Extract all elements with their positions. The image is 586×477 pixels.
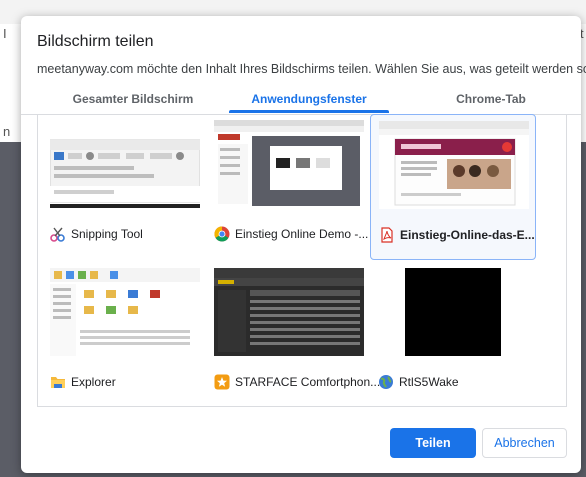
globe-icon <box>379 375 393 389</box>
window-label: Explorer <box>50 374 116 390</box>
window-label: Einstieg Online Demo -... <box>214 226 368 242</box>
dialog-subtitle: meetanyway.com möchte den Inhalt Ihres B… <box>37 62 586 76</box>
background-text-fragment: n <box>3 124 11 139</box>
window-label: RtlS5Wake <box>378 374 459 390</box>
window-title: RtlS5Wake <box>399 375 459 389</box>
window-tile-pdf[interactable]: Einstieg-Online-das-E... <box>370 114 536 260</box>
dialog-title: Bildschirm teilen <box>37 33 154 50</box>
tab-application-window[interactable]: Anwendungsfenster <box>229 92 389 106</box>
window-list: Snipping Tool Einstieg Online Demo -... … <box>37 114 567 407</box>
window-thumbnail <box>378 268 528 356</box>
window-label: Snipping Tool <box>50 226 143 242</box>
window-thumbnail <box>214 268 364 356</box>
share-button[interactable]: Teilen <box>390 428 476 458</box>
window-tile-chrome-demo[interactable]: Einstieg Online Demo -... <box>206 114 370 258</box>
window-title: Einstieg Online Demo -... <box>235 227 369 241</box>
window-thumbnail <box>50 120 200 208</box>
window-title: Explorer <box>71 375 116 389</box>
cancel-button[interactable]: Abbrechen <box>482 428 567 458</box>
tab-chrome-tab[interactable]: Chrome-Tab <box>421 92 561 106</box>
window-label: STARFACE Comfortphon... <box>214 374 380 390</box>
window-tile-starface[interactable]: STARFACE Comfortphon... <box>206 262 380 406</box>
window-tile-rtls5wake[interactable]: RtlS5Wake <box>370 262 534 406</box>
active-tab-indicator <box>229 110 389 113</box>
window-title: STARFACE Comfortphon... <box>235 375 381 389</box>
window-title: Einstieg-Online-das-E... <box>400 228 535 242</box>
window-thumbnail <box>379 121 529 209</box>
chrome-icon <box>214 226 230 242</box>
window-title: Snipping Tool <box>71 227 143 241</box>
starface-icon <box>214 374 230 390</box>
pdf-icon <box>381 227 393 243</box>
tab-bar: Gesamter Bildschirm Anwendungsfenster Ch… <box>21 88 581 115</box>
window-label: Einstieg-Online-das-E... <box>379 227 535 243</box>
tab-entire-screen[interactable]: Gesamter Bildschirm <box>63 92 203 106</box>
window-tile-snipping-tool[interactable]: Snipping Tool <box>42 114 206 258</box>
window-tile-explorer[interactable]: Explorer <box>42 262 206 406</box>
window-thumbnail <box>214 120 364 208</box>
scissors-icon <box>50 227 65 242</box>
share-screen-dialog: Bildschirm teilen meetanyway.com möchte … <box>21 16 586 473</box>
folder-icon <box>51 377 65 388</box>
background-text-fragment: I <box>3 26 7 41</box>
window-thumbnail <box>50 268 200 356</box>
